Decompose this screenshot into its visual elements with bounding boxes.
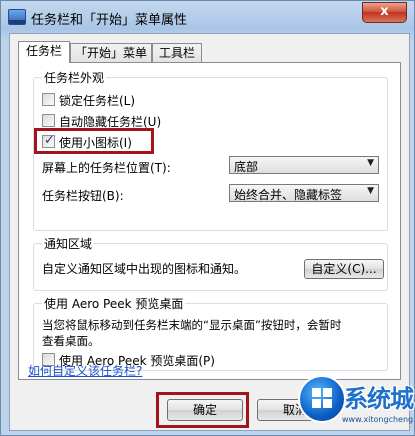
tab-toolbars-label: 工具栏 (158, 46, 195, 60)
lock-taskbar-box (42, 93, 55, 106)
taskbar-location-value: 底部 (234, 160, 259, 174)
taskbar-location-select[interactable]: 底部 ▼ (229, 156, 379, 174)
notification-group-title: 通知区域 (42, 235, 95, 252)
watermark-text: 系统城 (344, 385, 414, 413)
lock-taskbar-label: 锁定任务栏(L) (59, 94, 136, 108)
aero-peek-group: 使用 Aero Peek 预览桌面 当您将鼠标移动到任务栏末端的“显示桌面”按钮… (33, 295, 388, 371)
tab-taskbar[interactable]: 任务栏 (18, 41, 70, 63)
aero-peek-description-line1: 当您将鼠标移动到任务栏末端的“显示桌面”按钮时，会暂时 (42, 318, 342, 332)
watermark: 系统城 www.xitongcheng.com (296, 375, 415, 435)
appearance-group: 任务栏外观 锁定任务栏(L) 自动隐藏任务栏(U) ✓ 使用小图标(I) 屏幕上… (33, 69, 388, 231)
notification-group: 通知区域 自定义通知区域中出现的图标和通知。 自定义(C)... (33, 235, 388, 291)
ok-button[interactable]: 确定 (167, 399, 243, 421)
checkmark-icon: ✓ (44, 133, 55, 148)
auto-hide-box (42, 114, 55, 127)
appearance-group-title: 任务栏外观 (42, 69, 107, 86)
taskbar-location-label: 屏幕上的任务栏位置(T): (42, 161, 171, 175)
taskbar-buttons-value: 始终合并、隐藏标签 (234, 188, 343, 202)
window-title: 任务栏和「开始」菜单属性 (31, 13, 188, 28)
tab-start-menu[interactable]: 「开始」菜单 (70, 43, 152, 62)
customize-taskbar-help-link[interactable]: 如何自定义该任务栏? (28, 362, 142, 379)
auto-hide-label: 自动隐藏任务栏(U) (59, 115, 162, 129)
tab-start-menu-label: 「开始」菜单 (74, 46, 147, 60)
tab-toolbars[interactable]: 工具栏 (152, 43, 202, 62)
tab-taskbar-label: 任务栏 (25, 44, 62, 58)
notification-description: 自定义通知区域中出现的图标和通知。 (42, 262, 247, 276)
windows-logo-icon (298, 375, 346, 423)
properties-window: 任务栏和「开始」菜单属性 x 任务栏 「开始」菜单 工具栏 任务栏外观 锁定任务… (0, 0, 415, 436)
small-icons-box: ✓ (42, 133, 55, 148)
ok-button-label: 确定 (192, 403, 217, 417)
customize-button[interactable]: 自定义(C)... (304, 259, 384, 279)
close-icon: x (380, 4, 389, 19)
watermark-url: www.xitongcheng.com (342, 415, 415, 424)
taskbar-app-icon (8, 9, 26, 25)
aero-peek-group-title: 使用 Aero Peek 预览桌面 (42, 295, 186, 312)
taskbar-buttons-select[interactable]: 始终合并、隐藏标签 ▼ (229, 184, 379, 202)
aero-peek-description-line2: 查看桌面。 (42, 334, 100, 348)
close-button[interactable]: x (362, 2, 407, 23)
dialog-client: 任务栏 「开始」菜单 工具栏 任务栏外观 锁定任务栏(L) 自动隐藏任务栏(U) (9, 33, 410, 431)
tab-panel-taskbar: 任务栏外观 锁定任务栏(L) 自动隐藏任务栏(U) ✓ 使用小图标(I) 屏幕上… (18, 62, 401, 380)
title-bar[interactable]: 任务栏和「开始」菜单属性 x (1, 1, 414, 33)
chevron-down-icon: ▼ (367, 186, 374, 196)
customize-button-label: 自定义(C)... (311, 262, 377, 276)
taskbar-buttons-label: 任务栏按钮(B): (42, 189, 124, 203)
chevron-down-icon: ▼ (367, 158, 374, 168)
small-icons-label: 使用小图标(I) (59, 136, 132, 150)
